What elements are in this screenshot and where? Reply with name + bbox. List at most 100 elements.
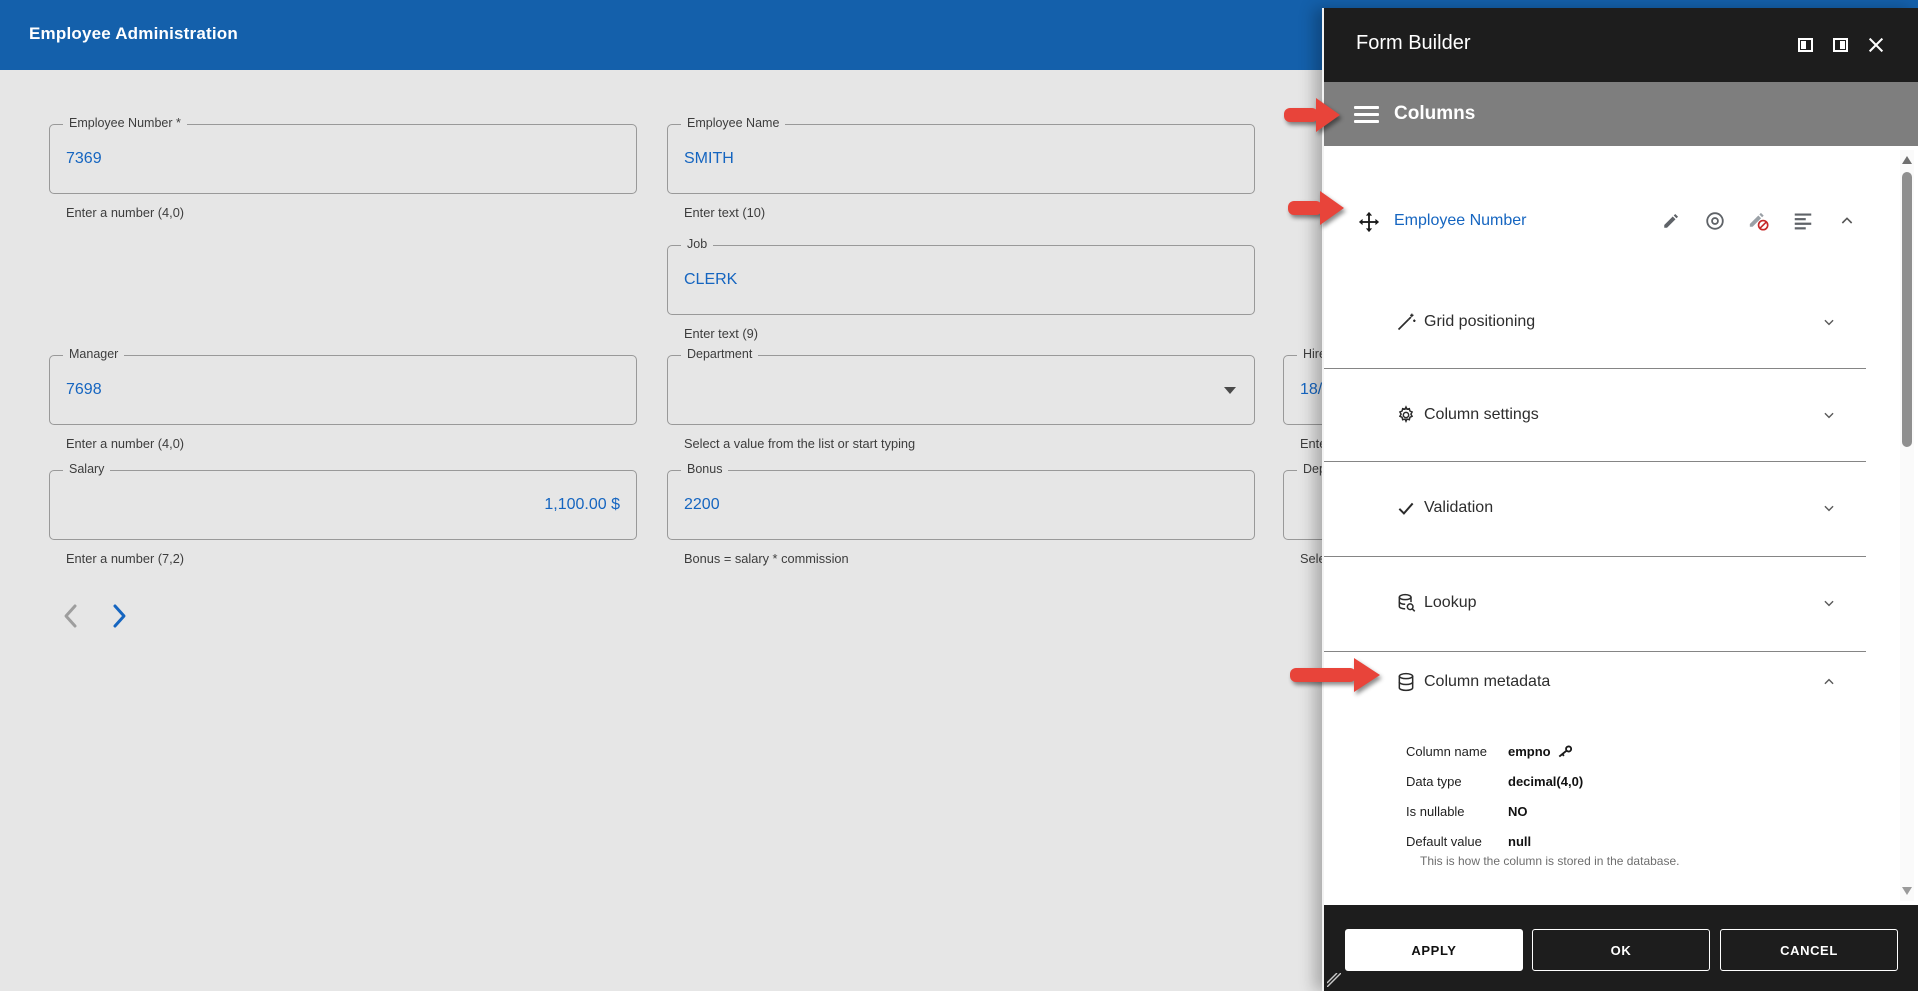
previous-record-button[interactable]	[56, 600, 84, 632]
meta-value: null	[1508, 834, 1531, 849]
hire-date-value: 18/	[1300, 381, 1322, 399]
form-builder-panel: Form Builder Columns	[1322, 8, 1918, 991]
accordion-label: Column metadata	[1424, 673, 1550, 691]
chevron-up-icon	[1822, 675, 1836, 689]
meta-label: Column name	[1406, 744, 1494, 759]
close-icon[interactable]	[1868, 37, 1884, 53]
column-item-employee-number[interactable]: Employee Number	[1324, 194, 1888, 250]
annotation-arrow-employee-number	[1288, 189, 1344, 227]
window-controls	[1798, 37, 1884, 53]
salary-helper: Enter a number (7,2)	[66, 551, 184, 566]
manager-value: 7698	[66, 381, 102, 399]
employee-name-label: Employee Name	[681, 116, 785, 130]
manager-helper: Enter a number (4,0)	[66, 436, 184, 451]
column-item-label: Employee Number	[1394, 212, 1527, 230]
manager-field[interactable]: Manager 7698 Enter a number (4,0)	[49, 355, 637, 425]
database-icon	[1396, 672, 1416, 692]
accordion-grid-positioning[interactable]: Grid positioning	[1324, 275, 1888, 368]
employee-number-helper: Enter a number (4,0)	[66, 205, 184, 220]
form-builder-title: Form Builder	[1356, 32, 1470, 55]
manager-label: Manager	[63, 347, 124, 361]
job-label: Job	[681, 237, 713, 251]
columns-bar-label: Columns	[1394, 103, 1475, 125]
employee-name-value: SMITH	[684, 150, 734, 168]
meta-row-data-type: Data type decimal(4,0)	[1406, 772, 1583, 790]
check-icon	[1396, 498, 1416, 518]
drag-move-icon[interactable]	[1358, 211, 1380, 233]
edit-pencil-icon[interactable]	[1660, 210, 1682, 232]
ok-button[interactable]: OK	[1532, 929, 1710, 971]
meta-label: Is nullable	[1406, 804, 1494, 819]
meta-row-column-name: Column name empno	[1406, 742, 1574, 760]
next-record-button[interactable]	[106, 600, 134, 632]
meta-label: Default value	[1406, 834, 1494, 849]
collapse-column-chevron-icon[interactable]	[1836, 210, 1858, 232]
chevron-down-icon	[1822, 501, 1836, 515]
gear-icon	[1396, 405, 1416, 425]
panel-footer: APPLY OK CANCEL	[1324, 905, 1918, 991]
accordion-label: Grid positioning	[1424, 313, 1535, 331]
page-title: Employee Administration	[29, 24, 238, 44]
meta-value: NO	[1508, 804, 1528, 819]
employee-administration-app: Employee Administration Employee Number …	[0, 0, 1918, 991]
metadata-note: This is how the column is stored in the …	[1420, 854, 1679, 868]
accordion-validation[interactable]: Validation	[1324, 461, 1888, 554]
align-lines-icon[interactable]	[1792, 210, 1814, 232]
department-label: Department	[681, 347, 758, 361]
resize-grip-icon[interactable]	[1327, 973, 1341, 987]
chevron-down-icon	[1822, 596, 1836, 610]
dock-right-icon[interactable]	[1833, 38, 1848, 52]
edit-disabled-icon[interactable]	[1748, 210, 1770, 232]
column-item-actions	[1660, 210, 1858, 232]
chevron-down-icon	[1822, 408, 1836, 422]
meta-value: decimal(4,0)	[1508, 774, 1583, 789]
employee-number-field[interactable]: Employee Number * 7369 Enter a number (4…	[49, 124, 637, 194]
bonus-field[interactable]: Bonus 2200 Bonus = salary * commission	[667, 470, 1255, 540]
accordion-lookup[interactable]: Lookup	[1324, 556, 1888, 649]
dropdown-caret-icon[interactable]	[1224, 387, 1236, 394]
form-builder-titlebar: Form Builder	[1324, 8, 1918, 82]
bonus-label: Bonus	[681, 462, 728, 476]
scroll-up-icon[interactable]	[1902, 156, 1912, 164]
primary-key-icon	[1556, 742, 1575, 761]
database-search-icon	[1396, 593, 1416, 613]
bonus-value: 2200	[684, 496, 720, 514]
salary-label: Salary	[63, 462, 110, 476]
annotation-arrow-column-metadata	[1290, 656, 1380, 694]
meta-row-is-nullable: Is nullable NO	[1406, 802, 1528, 820]
wand-icon	[1396, 312, 1416, 332]
employee-name-field[interactable]: Employee Name SMITH Enter text (10)	[667, 124, 1255, 194]
employee-name-helper: Enter text (10)	[684, 205, 765, 220]
apply-button[interactable]: APPLY	[1345, 929, 1523, 971]
panel-scroll-area: Employee Number	[1324, 146, 1918, 905]
bonus-helper: Bonus = salary * commission	[684, 551, 849, 566]
cancel-button[interactable]: CANCEL	[1720, 929, 1898, 971]
accordion-column-settings[interactable]: Column settings	[1324, 368, 1888, 461]
salary-value: 1,100.00 $	[544, 496, 620, 514]
job-field[interactable]: Job CLERK Enter text (9)	[667, 245, 1255, 315]
meta-label: Data type	[1406, 774, 1494, 789]
panel-scrollbar[interactable]	[1900, 150, 1914, 901]
accordion-label: Validation	[1424, 499, 1493, 517]
dock-left-icon[interactable]	[1798, 38, 1813, 52]
meta-value: empno	[1508, 743, 1574, 760]
employee-number-value: 7369	[66, 150, 102, 168]
columns-section-bar[interactable]: Columns	[1324, 82, 1918, 146]
record-pager	[56, 600, 134, 632]
accordion-column-metadata[interactable]: Column metadata	[1324, 651, 1888, 713]
department-helper: Select a value from the list or start ty…	[684, 436, 915, 451]
job-helper: Enter text (9)	[684, 326, 758, 341]
accordion-label: Lookup	[1424, 594, 1477, 612]
employee-number-label: Employee Number *	[63, 116, 187, 130]
annotation-arrow-columns	[1284, 96, 1340, 134]
scrollbar-thumb[interactable]	[1902, 172, 1912, 447]
menu-icon	[1354, 106, 1379, 123]
job-value: CLERK	[684, 271, 737, 289]
meta-row-default-value: Default value null	[1406, 832, 1531, 850]
scroll-down-icon[interactable]	[1902, 887, 1912, 895]
visibility-eye-icon[interactable]	[1704, 210, 1726, 232]
department-field[interactable]: Department Select a value from the list …	[667, 355, 1255, 425]
column-name-value: empno	[1508, 744, 1551, 759]
chevron-down-icon	[1822, 315, 1836, 329]
salary-field[interactable]: Salary 1,100.00 $ Enter a number (7,2)	[49, 470, 637, 540]
